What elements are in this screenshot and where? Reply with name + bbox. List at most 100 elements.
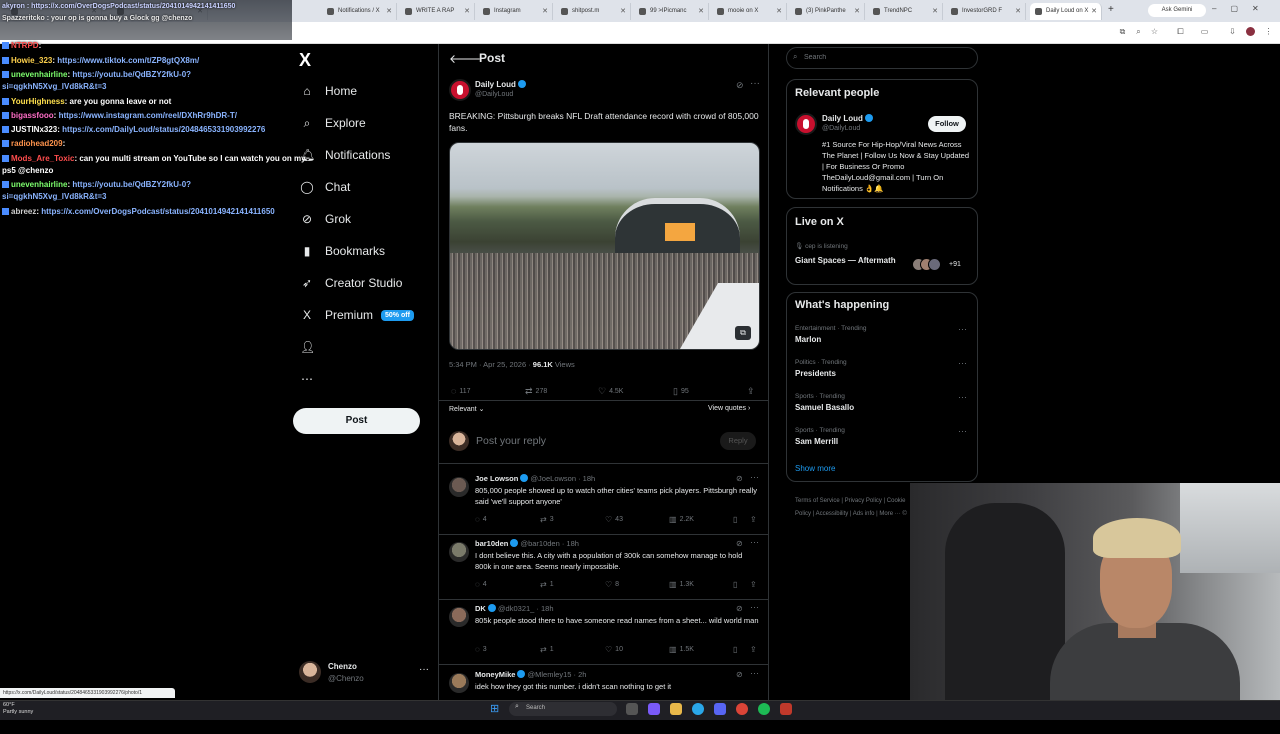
live-space-title[interactable]: Giant Spaces — Aftermath bbox=[795, 256, 896, 265]
reply-post[interactable]: bar10den @bar10den · 18h ⊘ ··· I dont belie… bbox=[440, 537, 768, 603]
trend-more-icon[interactable]: ··· bbox=[958, 324, 967, 334]
task-view-icon[interactable] bbox=[626, 703, 638, 715]
browser-tab[interactable]: shitpost.m ✕ bbox=[556, 3, 631, 20]
chat-username[interactable]: NTRPD bbox=[11, 41, 39, 50]
app-icon[interactable] bbox=[780, 703, 792, 715]
browser-menu-icon[interactable]: ⋮ bbox=[1264, 27, 1273, 36]
browser-tab[interactable]: Instagram ✕ bbox=[478, 3, 553, 20]
reply-views-button[interactable]: ▥ 2.2K bbox=[669, 515, 694, 524]
relevant-avatar[interactable] bbox=[795, 113, 817, 135]
reply-author-avatar[interactable] bbox=[449, 673, 469, 693]
spotify-icon[interactable] bbox=[758, 703, 770, 715]
nav-item-explore[interactable]: ⌕ Explore bbox=[300, 113, 366, 133]
reply-share-button[interactable]: ⇪ bbox=[750, 580, 760, 589]
reply-views-button[interactable]: ▥ 1.5K bbox=[669, 645, 694, 654]
reply-share-button[interactable]: ⇪ bbox=[750, 515, 760, 524]
reply-views-button[interactable]: ▥ 1.3K bbox=[669, 580, 694, 589]
chat-link[interactable]: https://www.tiktok.com/t/ZP8gtQX8m/ bbox=[57, 56, 199, 65]
nav-item-grok[interactable]: ⊘ Grok bbox=[300, 209, 351, 229]
search-input[interactable] bbox=[804, 51, 964, 64]
reply-author-avatar[interactable] bbox=[449, 542, 469, 562]
browser-tab[interactable]: Notifications / X ✕ bbox=[322, 3, 397, 20]
reply-reposts-button[interactable]: ⇄ 1 bbox=[540, 645, 554, 654]
post-photo[interactable] bbox=[449, 142, 760, 350]
author-avatar[interactable] bbox=[449, 79, 471, 101]
close-tab-icon[interactable]: ✕ bbox=[542, 7, 548, 15]
trend-item[interactable]: Sports · Trending Sam Merrill bbox=[795, 427, 845, 446]
browser-tab[interactable]: Daily Loud on X ✕ bbox=[1030, 3, 1102, 20]
edge-icon[interactable] bbox=[692, 703, 704, 715]
more-options-icon[interactable]: ··· bbox=[750, 472, 759, 482]
grok-icon[interactable]: ⊘ bbox=[736, 474, 743, 483]
reply-likes-button[interactable]: ♡ 10 bbox=[605, 645, 623, 654]
reply-bookmark-button[interactable]: ▯ bbox=[733, 645, 740, 654]
file-explorer-icon[interactable] bbox=[670, 703, 682, 715]
chat-username[interactable]: YourHighness bbox=[11, 97, 65, 106]
close-tab-icon[interactable]: ✕ bbox=[1091, 7, 1097, 15]
like-count-button[interactable]: ♡ 4.5K bbox=[598, 386, 623, 397]
reply-input[interactable]: Post your reply bbox=[476, 435, 546, 447]
install-icon[interactable]: ⧉ bbox=[1118, 27, 1127, 36]
chat-link[interactable]: https://x.com/DailyLoud/status/204846533… bbox=[62, 125, 265, 134]
chat-username[interactable]: Mods_Are_Toxic bbox=[11, 154, 74, 163]
show-more-link[interactable]: Show more bbox=[795, 464, 835, 473]
reply-bookmark-button[interactable]: ▯ bbox=[733, 580, 740, 589]
chat-link[interactable]: https://youtu.be/QdBZY2fkU-0? bbox=[72, 70, 191, 79]
trend-more-icon[interactable]: ··· bbox=[958, 358, 967, 368]
chat-link[interactable]: https://x.com/OverDogsPodcast/status/204… bbox=[41, 207, 274, 216]
discord-icon[interactable] bbox=[714, 703, 726, 715]
downloads-icon[interactable]: ⇩ bbox=[1228, 27, 1237, 36]
account-more-icon[interactable]: ··· bbox=[419, 664, 429, 675]
bookmark-count-button[interactable]: ▯ 95 bbox=[673, 386, 689, 397]
reply-bookmark-button[interactable]: ▯ bbox=[733, 515, 740, 524]
close-tab-icon[interactable]: ✕ bbox=[620, 7, 626, 15]
windows-start-icon[interactable]: ⊞ bbox=[490, 703, 502, 715]
copilot-icon[interactable] bbox=[648, 703, 660, 715]
repost-count-button[interactable]: ⇄ 278 bbox=[525, 386, 547, 397]
account-name[interactable]: Chenzo bbox=[328, 662, 357, 671]
chat-username[interactable]: unevenhairline bbox=[11, 70, 67, 79]
relevant-handle[interactable]: @DailyLoud bbox=[822, 125, 860, 132]
sidepanel-icon[interactable]: ▭ bbox=[1200, 27, 1209, 36]
view-quotes-link[interactable]: View quotes › bbox=[708, 405, 750, 412]
chat-username[interactable]: abreez bbox=[11, 207, 36, 216]
reply-share-button[interactable]: ⇪ bbox=[750, 645, 760, 654]
reply-reposts-button[interactable]: ⇄ 1 bbox=[540, 580, 554, 589]
chat-username[interactable]: unevenhairline bbox=[11, 180, 67, 189]
relevant-name[interactable]: Daily Loud bbox=[822, 114, 873, 123]
reply-count-button[interactable]: ◌ 117 bbox=[451, 386, 471, 396]
chat-link[interactable]: si=qgkhN5Xvg_lVd8kR&t=3 bbox=[2, 192, 106, 201]
x-logo-icon[interactable]: X bbox=[299, 50, 311, 71]
close-tab-icon[interactable]: ✕ bbox=[776, 7, 782, 15]
reply-author-avatar[interactable] bbox=[449, 607, 469, 627]
reply-replies-button[interactable]: ◌ 3 bbox=[475, 645, 487, 654]
chat-link[interactable]: https://www.instagram.com/reel/DXhRr9hDR… bbox=[59, 111, 237, 120]
reply-author-avatar[interactable] bbox=[449, 477, 469, 497]
reply-button[interactable]: Reply bbox=[720, 432, 756, 450]
image-expand-icon[interactable]: ⧉ bbox=[735, 326, 751, 340]
browser-tab[interactable]: TrendNPC ✕ bbox=[868, 3, 943, 20]
grok-icon[interactable]: ⊘ bbox=[736, 539, 743, 548]
nav-item-chat[interactable]: ◯ Chat bbox=[300, 177, 350, 197]
nav-item-premium[interactable]: X Premium 50% off bbox=[300, 305, 414, 325]
browser-tab[interactable]: (3) PinkPanthe ✕ bbox=[790, 3, 865, 20]
nav-item-creator-studio[interactable]: ➶ Creator Studio bbox=[300, 273, 402, 293]
nav-item-more[interactable]: ⋯ bbox=[300, 369, 325, 389]
trend-more-icon[interactable]: ··· bbox=[958, 392, 967, 402]
more-options-icon[interactable]: ··· bbox=[750, 668, 759, 678]
back-arrow-icon[interactable]: 🡐 bbox=[449, 51, 481, 66]
more-options-icon[interactable]: ··· bbox=[750, 537, 759, 547]
weather-widget[interactable]: 60°F Partly sunny bbox=[3, 702, 33, 716]
close-tab-icon[interactable]: ✕ bbox=[854, 7, 860, 15]
reply-post[interactable]: Joe Lowson @JoeLowson · 18h ⊘ ··· 805,000 p… bbox=[440, 472, 768, 538]
account-handle[interactable]: @Chenzo bbox=[328, 674, 364, 683]
window-controls[interactable]: –▢✕ bbox=[1212, 4, 1273, 13]
nav-item-bookmarks[interactable]: ▮ Bookmarks bbox=[300, 241, 385, 261]
trend-item[interactable]: Politics · Trending Presidents bbox=[795, 359, 847, 378]
grok-icon[interactable]: ⊘ bbox=[736, 670, 743, 679]
chat-username[interactable]: radiohead209 bbox=[11, 139, 63, 148]
browser-tab[interactable]: InvestorGRD F ✕ bbox=[946, 3, 1026, 20]
grok-icon[interactable]: ⊘ bbox=[736, 604, 743, 613]
nav-item-home[interactable]: ⌂ Home bbox=[300, 81, 357, 101]
reply-replies-button[interactable]: ◌ 4 bbox=[475, 515, 487, 524]
